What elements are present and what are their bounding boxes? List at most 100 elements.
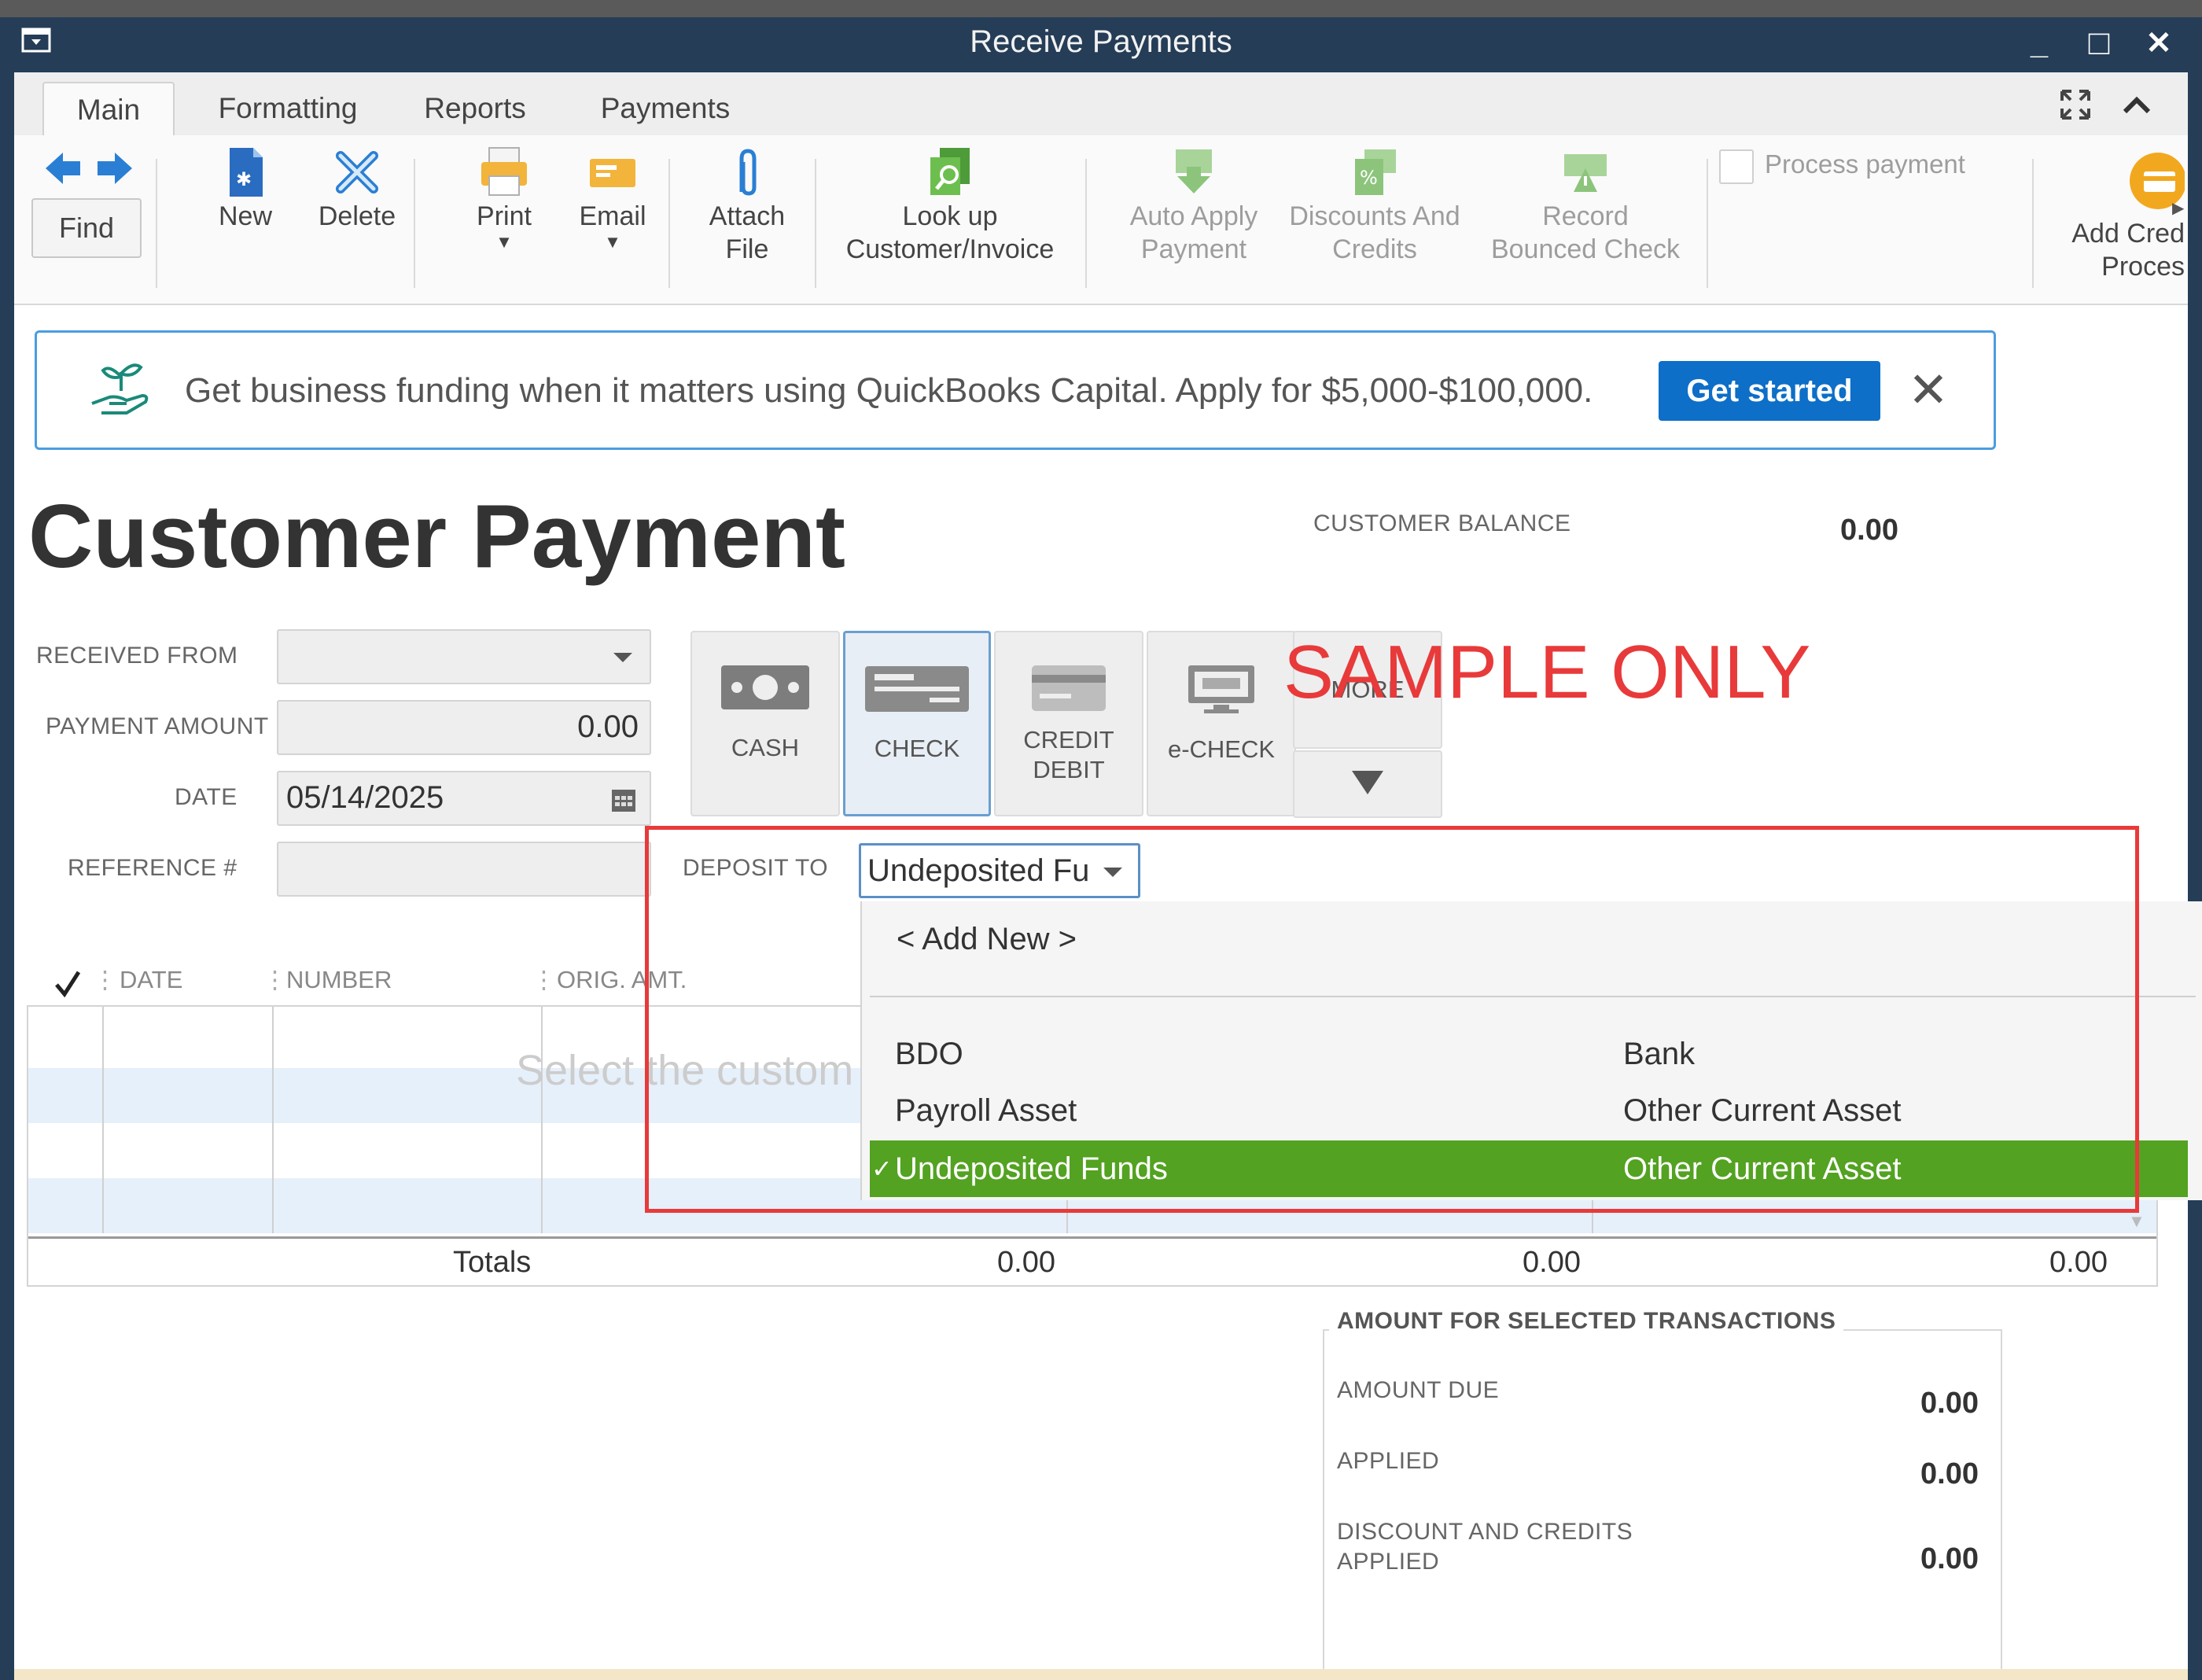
auto-apply-payment-button[interactable]: Auto Apply Payment bbox=[1107, 145, 1280, 266]
addcred-label-line2: Proces bbox=[2101, 252, 2185, 282]
check-icon bbox=[865, 666, 969, 712]
sample-only-watermark: SAMPLE ONLY bbox=[1283, 630, 1811, 714]
email-label: Email bbox=[579, 201, 646, 231]
payment-amount-value: 0.00 bbox=[577, 709, 639, 744]
tab-formatting[interactable]: Formatting bbox=[187, 82, 388, 135]
reference-field[interactable] bbox=[277, 842, 651, 897]
window-frame-right bbox=[2188, 72, 2202, 1680]
totals-row: Totals 0.00 0.00 0.00 bbox=[28, 1236, 2156, 1285]
totals-label: Totals bbox=[453, 1246, 532, 1279]
autoapply-label-line2: Payment bbox=[1140, 234, 1247, 264]
received-from-combo[interactable] bbox=[277, 629, 651, 684]
payment-method-echeck[interactable]: e-CHECK bbox=[1147, 631, 1296, 816]
screen-top-strip bbox=[0, 0, 2202, 17]
window-bottom-strip bbox=[14, 1669, 2188, 1680]
collapse-ribbon-icon[interactable] bbox=[2119, 88, 2155, 124]
print-button[interactable]: Print ▼ bbox=[453, 145, 555, 252]
payment-amount-field[interactable]: 0.00 bbox=[277, 700, 651, 755]
echeck-label: e-CHECK bbox=[1167, 735, 1276, 763]
page-title: Customer Payment bbox=[28, 487, 845, 587]
window-title: Receive Payments bbox=[970, 24, 1232, 59]
credit-card-icon bbox=[1032, 665, 1106, 711]
bounced-label-line2: Bounced Check bbox=[1490, 234, 1681, 264]
delete-button[interactable]: Delete bbox=[302, 145, 412, 233]
email-button[interactable]: Email ▼ bbox=[562, 145, 664, 252]
new-label: New bbox=[218, 201, 273, 231]
tab-reports[interactable]: Reports bbox=[396, 82, 554, 135]
applied-label: APPLIED bbox=[1337, 1448, 1440, 1474]
get-started-button[interactable]: Get started bbox=[1659, 361, 1880, 421]
payment-method-cash[interactable]: CASH bbox=[690, 631, 840, 816]
delete-label: Delete bbox=[318, 201, 396, 231]
tab-payments[interactable]: Payments bbox=[565, 82, 766, 135]
calendar-icon[interactable] bbox=[610, 787, 637, 813]
window-titlebar: Receive Payments _ □ ✕ bbox=[0, 17, 2202, 72]
payment-method-check[interactable]: CHECK bbox=[843, 631, 991, 816]
amount-due-value: 0.00 bbox=[1920, 1387, 1979, 1420]
date-field[interactable]: 05/14/2025 bbox=[277, 771, 651, 826]
customer-balance-label: CUSTOMER BALANCE bbox=[1313, 510, 1571, 536]
tab-main[interactable]: Main bbox=[42, 82, 175, 135]
amount-due-label: AMOUNT DUE bbox=[1337, 1377, 1500, 1403]
ribbon-tab-bar: Main Formatting Reports Payments bbox=[14, 72, 2188, 135]
discounts-icon: % bbox=[1355, 149, 1396, 195]
credit-label-line1: CREDIT bbox=[1023, 726, 1114, 753]
add-credit-card-processing-button[interactable]: Add Cred Proces bbox=[2043, 151, 2185, 293]
bounced-label-line1: Record bbox=[1542, 201, 1629, 231]
attach-file-button[interactable]: Attach File bbox=[692, 145, 802, 266]
paperclip-icon bbox=[739, 149, 757, 196]
lookup-label-line2: Customer/Invoice bbox=[845, 234, 1055, 264]
expand-icon[interactable] bbox=[2056, 85, 2095, 124]
column-line bbox=[102, 1007, 104, 1233]
customer-balance-value: 0.00 bbox=[1840, 514, 1898, 547]
received-from-label: RECEIVED FROM bbox=[36, 643, 238, 669]
autoapply-label-line1: Auto Apply bbox=[1129, 201, 1258, 231]
find-button[interactable]: Find bbox=[31, 198, 142, 258]
next-arrow-icon[interactable] bbox=[93, 148, 137, 189]
check-label: CHECK bbox=[874, 735, 960, 762]
printer-icon bbox=[481, 147, 527, 196]
close-button[interactable]: ✕ bbox=[2139, 24, 2178, 63]
payment-method-credit-debit[interactable]: CREDIT DEBIT bbox=[994, 631, 1143, 816]
column-line bbox=[272, 1007, 274, 1233]
payment-amount-label: PAYMENT AMOUNT bbox=[46, 713, 269, 739]
maximize-button[interactable]: □ bbox=[2079, 24, 2119, 63]
reference-label: REFERENCE # bbox=[68, 855, 238, 881]
applied-value: 0.00 bbox=[1920, 1457, 1979, 1490]
lookup-document-icon bbox=[930, 148, 970, 195]
minimize-button[interactable]: _ bbox=[2020, 24, 2059, 63]
credit-label-line2: DEBIT bbox=[1033, 756, 1105, 783]
record-bounced-check-button[interactable]: Record Bounced Check bbox=[1467, 145, 1703, 266]
attach-label-line2: File bbox=[725, 234, 769, 264]
total-orig-amt: 0.00 bbox=[997, 1246, 1055, 1279]
toolbar-separator bbox=[414, 159, 415, 288]
discounts-label-line2: Credits bbox=[1332, 234, 1417, 264]
svg-text:%: % bbox=[1360, 167, 1378, 189]
addcred-label-line1: Add Cred bbox=[2071, 219, 2185, 249]
toolbar-separator bbox=[156, 159, 157, 288]
banner-text: Get business funding when it matters usi… bbox=[185, 371, 1593, 410]
column-divider-icon: ⋮ bbox=[263, 966, 287, 993]
banner-close-icon[interactable]: ✕ bbox=[1901, 361, 1956, 421]
chevron-down-icon[interactable] bbox=[612, 650, 634, 665]
scroll-down-arrow-icon[interactable]: ▼ bbox=[2128, 1211, 2145, 1232]
print-label: Print bbox=[477, 201, 532, 231]
process-payment-checkbox[interactable] bbox=[1719, 149, 1754, 184]
discount-label-line1: DISCOUNT AND CREDITS bbox=[1337, 1519, 1633, 1545]
discounts-and-credits-button[interactable]: % Discounts And Credits bbox=[1280, 145, 1469, 266]
column-header-date[interactable]: DATE bbox=[120, 961, 182, 999]
column-header-number[interactable]: NUMBER bbox=[286, 961, 392, 999]
lookup-customer-invoice-button[interactable]: Look up Customer/Invoice bbox=[832, 145, 1068, 266]
print-dropdown-icon[interactable]: ▼ bbox=[453, 233, 555, 252]
summary-title: AMOUNT FOR SELECTED TRANSACTIONS bbox=[1329, 1306, 1844, 1337]
email-dropdown-icon[interactable]: ▼ bbox=[562, 233, 664, 252]
previous-arrow-icon[interactable] bbox=[41, 148, 85, 189]
toolbar-scroll-right-icon[interactable]: ▶ bbox=[2172, 198, 2184, 218]
new-button[interactable]: ✱ New bbox=[190, 145, 300, 233]
svg-text:✱: ✱ bbox=[236, 168, 252, 190]
more-methods-dropdown[interactable] bbox=[1293, 750, 1442, 818]
column-line bbox=[541, 1007, 543, 1233]
discounts-label-line1: Discounts And bbox=[1289, 201, 1460, 231]
attach-label-line1: Attach bbox=[709, 201, 786, 231]
total-amt-due: 0.00 bbox=[1523, 1246, 1581, 1279]
